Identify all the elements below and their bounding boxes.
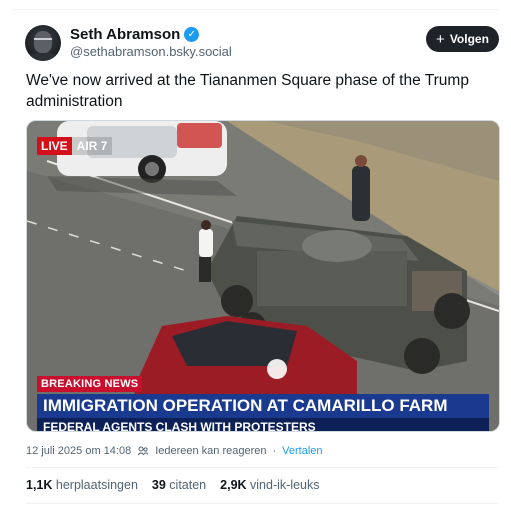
quotes-count: 39	[151, 478, 166, 492]
top-divider	[12, 9, 499, 10]
quotes-stat[interactable]: 39 citaten	[152, 478, 206, 492]
post-media-image[interactable]: LIVE AIR 7 BREAKING NEWS IMMIGRATION OPE…	[26, 120, 500, 432]
engagement-stats: 1,1K herplaatsingen 39 citaten 2,9K vind…	[26, 478, 320, 492]
separator-dot: ·	[272, 445, 277, 457]
plus-icon: +	[436, 30, 445, 48]
author-name-row[interactable]: Seth Abramson ✓	[70, 26, 200, 43]
likes-count: 2,9K	[220, 478, 247, 492]
post-timestamp[interactable]: 12 juli 2025 om 14:08	[26, 445, 131, 457]
post-meta-row: 12 juli 2025 om 14:08 Iedereen kan reage…	[26, 445, 323, 457]
reposts-label: herplaatsingen	[55, 478, 138, 492]
post-text: We've now arrived at the Tiananmen Squar…	[26, 72, 469, 110]
people-icon	[137, 446, 149, 456]
author-handle[interactable]: @sethabramson.bsky.social	[70, 44, 232, 59]
chyron-headline: IMMIGRATION OPERATION AT CAMARILLO FARM	[37, 394, 489, 418]
avatar[interactable]	[25, 25, 61, 61]
reposts-stat[interactable]: 1,1K herplaatsingen	[26, 478, 138, 492]
follow-button-label: Volgen	[449, 32, 489, 46]
divider	[26, 503, 499, 504]
likes-stat[interactable]: 2,9K vind-ik-leuks	[220, 478, 319, 492]
divider	[26, 467, 499, 468]
breaking-news-label: BREAKING NEWS	[37, 376, 143, 392]
verified-check-icon: ✓	[184, 27, 200, 42]
live-badge: LIVE AIR 7	[37, 137, 113, 155]
live-label: LIVE	[37, 137, 72, 155]
air-label: AIR 7	[71, 137, 113, 155]
author-name[interactable]: Seth Abramson	[70, 26, 180, 43]
likes-label: vind-ik-leuks	[250, 478, 320, 492]
reply-setting[interactable]: Iedereen kan reageren	[155, 445, 266, 457]
chyron-subheadline: FEDERAL AGENTS CLASH WITH PROTESTERS	[37, 418, 489, 431]
follow-button[interactable]: + Volgen	[426, 26, 499, 52]
quotes-label: citaten	[169, 478, 207, 492]
reposts-count: 1,1K	[26, 478, 53, 492]
news-chyron: BREAKING NEWS IMMIGRATION OPERATION AT C…	[37, 374, 489, 431]
translate-link[interactable]: Vertalen	[282, 445, 322, 457]
